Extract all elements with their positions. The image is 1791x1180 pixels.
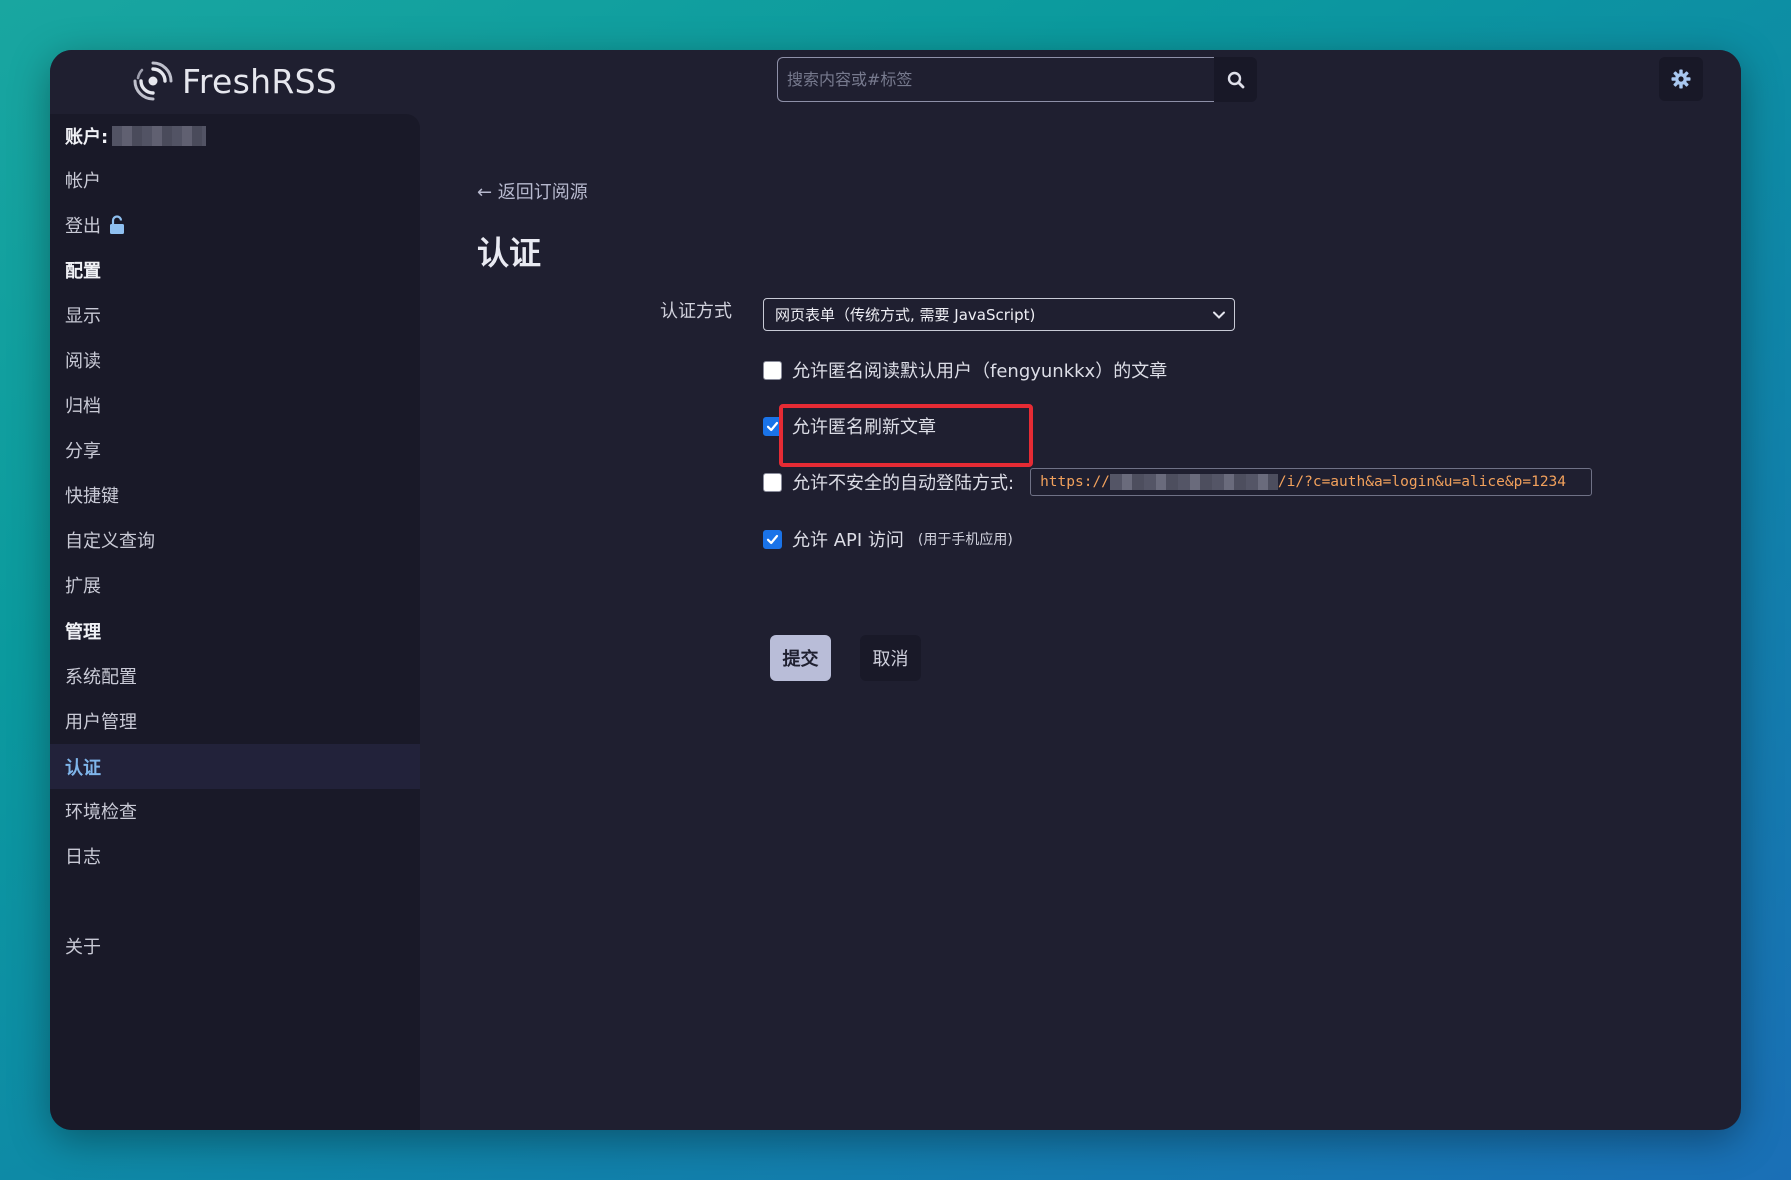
sidebar-head-admin: 管理 (50, 609, 420, 653)
option-note: (用于手机应用) (917, 532, 1013, 548)
sidebar-item-label: 自定义查询 (65, 531, 155, 552)
sidebar-item-archiving[interactable]: 归档 (50, 383, 420, 427)
gear-icon (1671, 69, 1691, 89)
option-label: 允许 API 访问 (792, 530, 904, 551)
sidebar-head-label: 配置 (65, 261, 101, 282)
option-label: 允许匿名阅读默认用户（fengyunkkx）的文章 (792, 361, 1168, 382)
submit-button[interactable]: 提交 (770, 635, 831, 681)
chevron-down-icon (1213, 311, 1225, 319)
sidebar-item-auth[interactable]: 认证 (50, 744, 420, 789)
sidebar-item-check-install[interactable]: 环境检查 (50, 789, 420, 833)
search-icon (1227, 71, 1244, 88)
auth-method-select[interactable]: 网页表单（传统方式, 需要 JavaScript) (763, 298, 1235, 331)
sidebar-item-account[interactable]: 帐户 (50, 158, 420, 202)
freshrss-logo-icon (133, 61, 173, 101)
sidebar-item-label: 认证 (65, 757, 101, 779)
option-api-access: 允许 API 访问 (用于手机应用) (763, 524, 1013, 554)
option-unsafe-autologin: 允许不安全的自动登陆方式: https:// /i/?c=auth&a=logi… (763, 467, 1593, 497)
sidebar-item-queries[interactable]: 自定义查询 (50, 518, 420, 562)
option-anon-read: 允许匿名阅读默认用户（fengyunkkx）的文章 (763, 355, 1167, 385)
lock-icon (109, 215, 125, 235)
unsafe-autologin-checkbox[interactable] (763, 472, 782, 492)
sidebar-item-sharing[interactable]: 分享 (50, 428, 420, 472)
sidebar-head-label: 管理 (65, 622, 101, 643)
sidebar-item-users[interactable]: 用户管理 (50, 699, 420, 743)
logo[interactable]: FreshRSS (132, 58, 337, 104)
sidebar-item-reading[interactable]: 阅读 (50, 338, 420, 382)
app-name: FreshRSS (182, 61, 338, 101)
sidebar-item-display[interactable]: 显示 (50, 293, 420, 337)
url-host-redacted (1109, 474, 1278, 490)
main-content: ← 返回订阅源 认证 认证方式 网页表单（传统方式, 需要 JavaScript… (420, 114, 1741, 1130)
back-to-feeds-link[interactable]: ← 返回订阅源 (477, 178, 588, 204)
option-anon-refresh: 允许匿名刷新文章 (763, 411, 936, 441)
account-name-redacted (112, 126, 207, 146)
sidebar-item-label: 关于 (65, 937, 101, 958)
cancel-button[interactable]: 取消 (860, 635, 921, 681)
sidebar-item-logout[interactable]: 登出 (50, 203, 420, 247)
sidebar-item-label: 环境检查 (65, 802, 137, 823)
sidebar-item-extensions[interactable]: 扩展 (50, 563, 420, 607)
check-icon (766, 421, 779, 431)
sidebar-item-label: 快捷键 (65, 486, 119, 507)
sidebar-item-label: 归档 (65, 396, 101, 417)
sidebar-item-system[interactable]: 系统配置 (50, 654, 420, 698)
sidebar-head-label: 账户: (65, 127, 109, 148)
page-title: 认证 (477, 234, 542, 272)
autologin-url-field[interactable]: https:// /i/?c=auth&a=login&u=alice&p=12… (1030, 468, 1593, 496)
url-suffix: /i/?c=auth&a=login&u=alice&p=1234 (1277, 474, 1567, 490)
top-bar: FreshRSS (50, 50, 1741, 114)
search-button[interactable] (1214, 57, 1257, 102)
sidebar: 账户: 帐户 登出 配置 显示 阅读 归档 分享 快捷键 自定义查询 扩展 管理… (50, 114, 420, 1130)
search-input[interactable] (777, 57, 1214, 102)
api-access-checkbox[interactable] (763, 529, 782, 549)
sidebar-item-label: 登出 (65, 216, 101, 237)
sidebar-item-label: 系统配置 (65, 667, 137, 688)
sidebar-item-label: 扩展 (65, 576, 101, 597)
url-prefix: https:// (1040, 474, 1110, 490)
auth-method-label: 认证方式 (660, 301, 732, 322)
sidebar-item-label: 日志 (65, 847, 101, 868)
anon-refresh-checkbox[interactable] (763, 416, 782, 436)
sidebar-head-config: 配置 (50, 248, 420, 292)
check-icon (766, 534, 779, 544)
sidebar-item-about[interactable]: 关于 (50, 924, 420, 968)
option-label: 允许不安全的自动登陆方式: (792, 473, 1015, 494)
sidebar-item-label: 帐户 (65, 171, 101, 192)
app-window: FreshRSS 搜索内容或#标签 账户: 帐户 登出 配置 显示 阅读 归档 … (50, 50, 1741, 1130)
option-label: 允许匿名刷新文章 (792, 417, 936, 438)
sidebar-item-label: 分享 (65, 441, 101, 462)
search-bar (777, 57, 1257, 102)
sidebar-head-account: 账户: (50, 114, 420, 158)
settings-button[interactable] (1659, 57, 1703, 101)
auth-method-value: 网页表单（传统方式, 需要 JavaScript) (775, 306, 1036, 324)
anon-read-checkbox[interactable] (763, 360, 782, 380)
sidebar-item-label: 阅读 (65, 351, 101, 372)
sidebar-item-logs[interactable]: 日志 (50, 834, 420, 878)
sidebar-item-label: 显示 (65, 306, 101, 327)
sidebar-item-shortcuts[interactable]: 快捷键 (50, 473, 420, 517)
sidebar-item-label: 用户管理 (65, 712, 137, 733)
